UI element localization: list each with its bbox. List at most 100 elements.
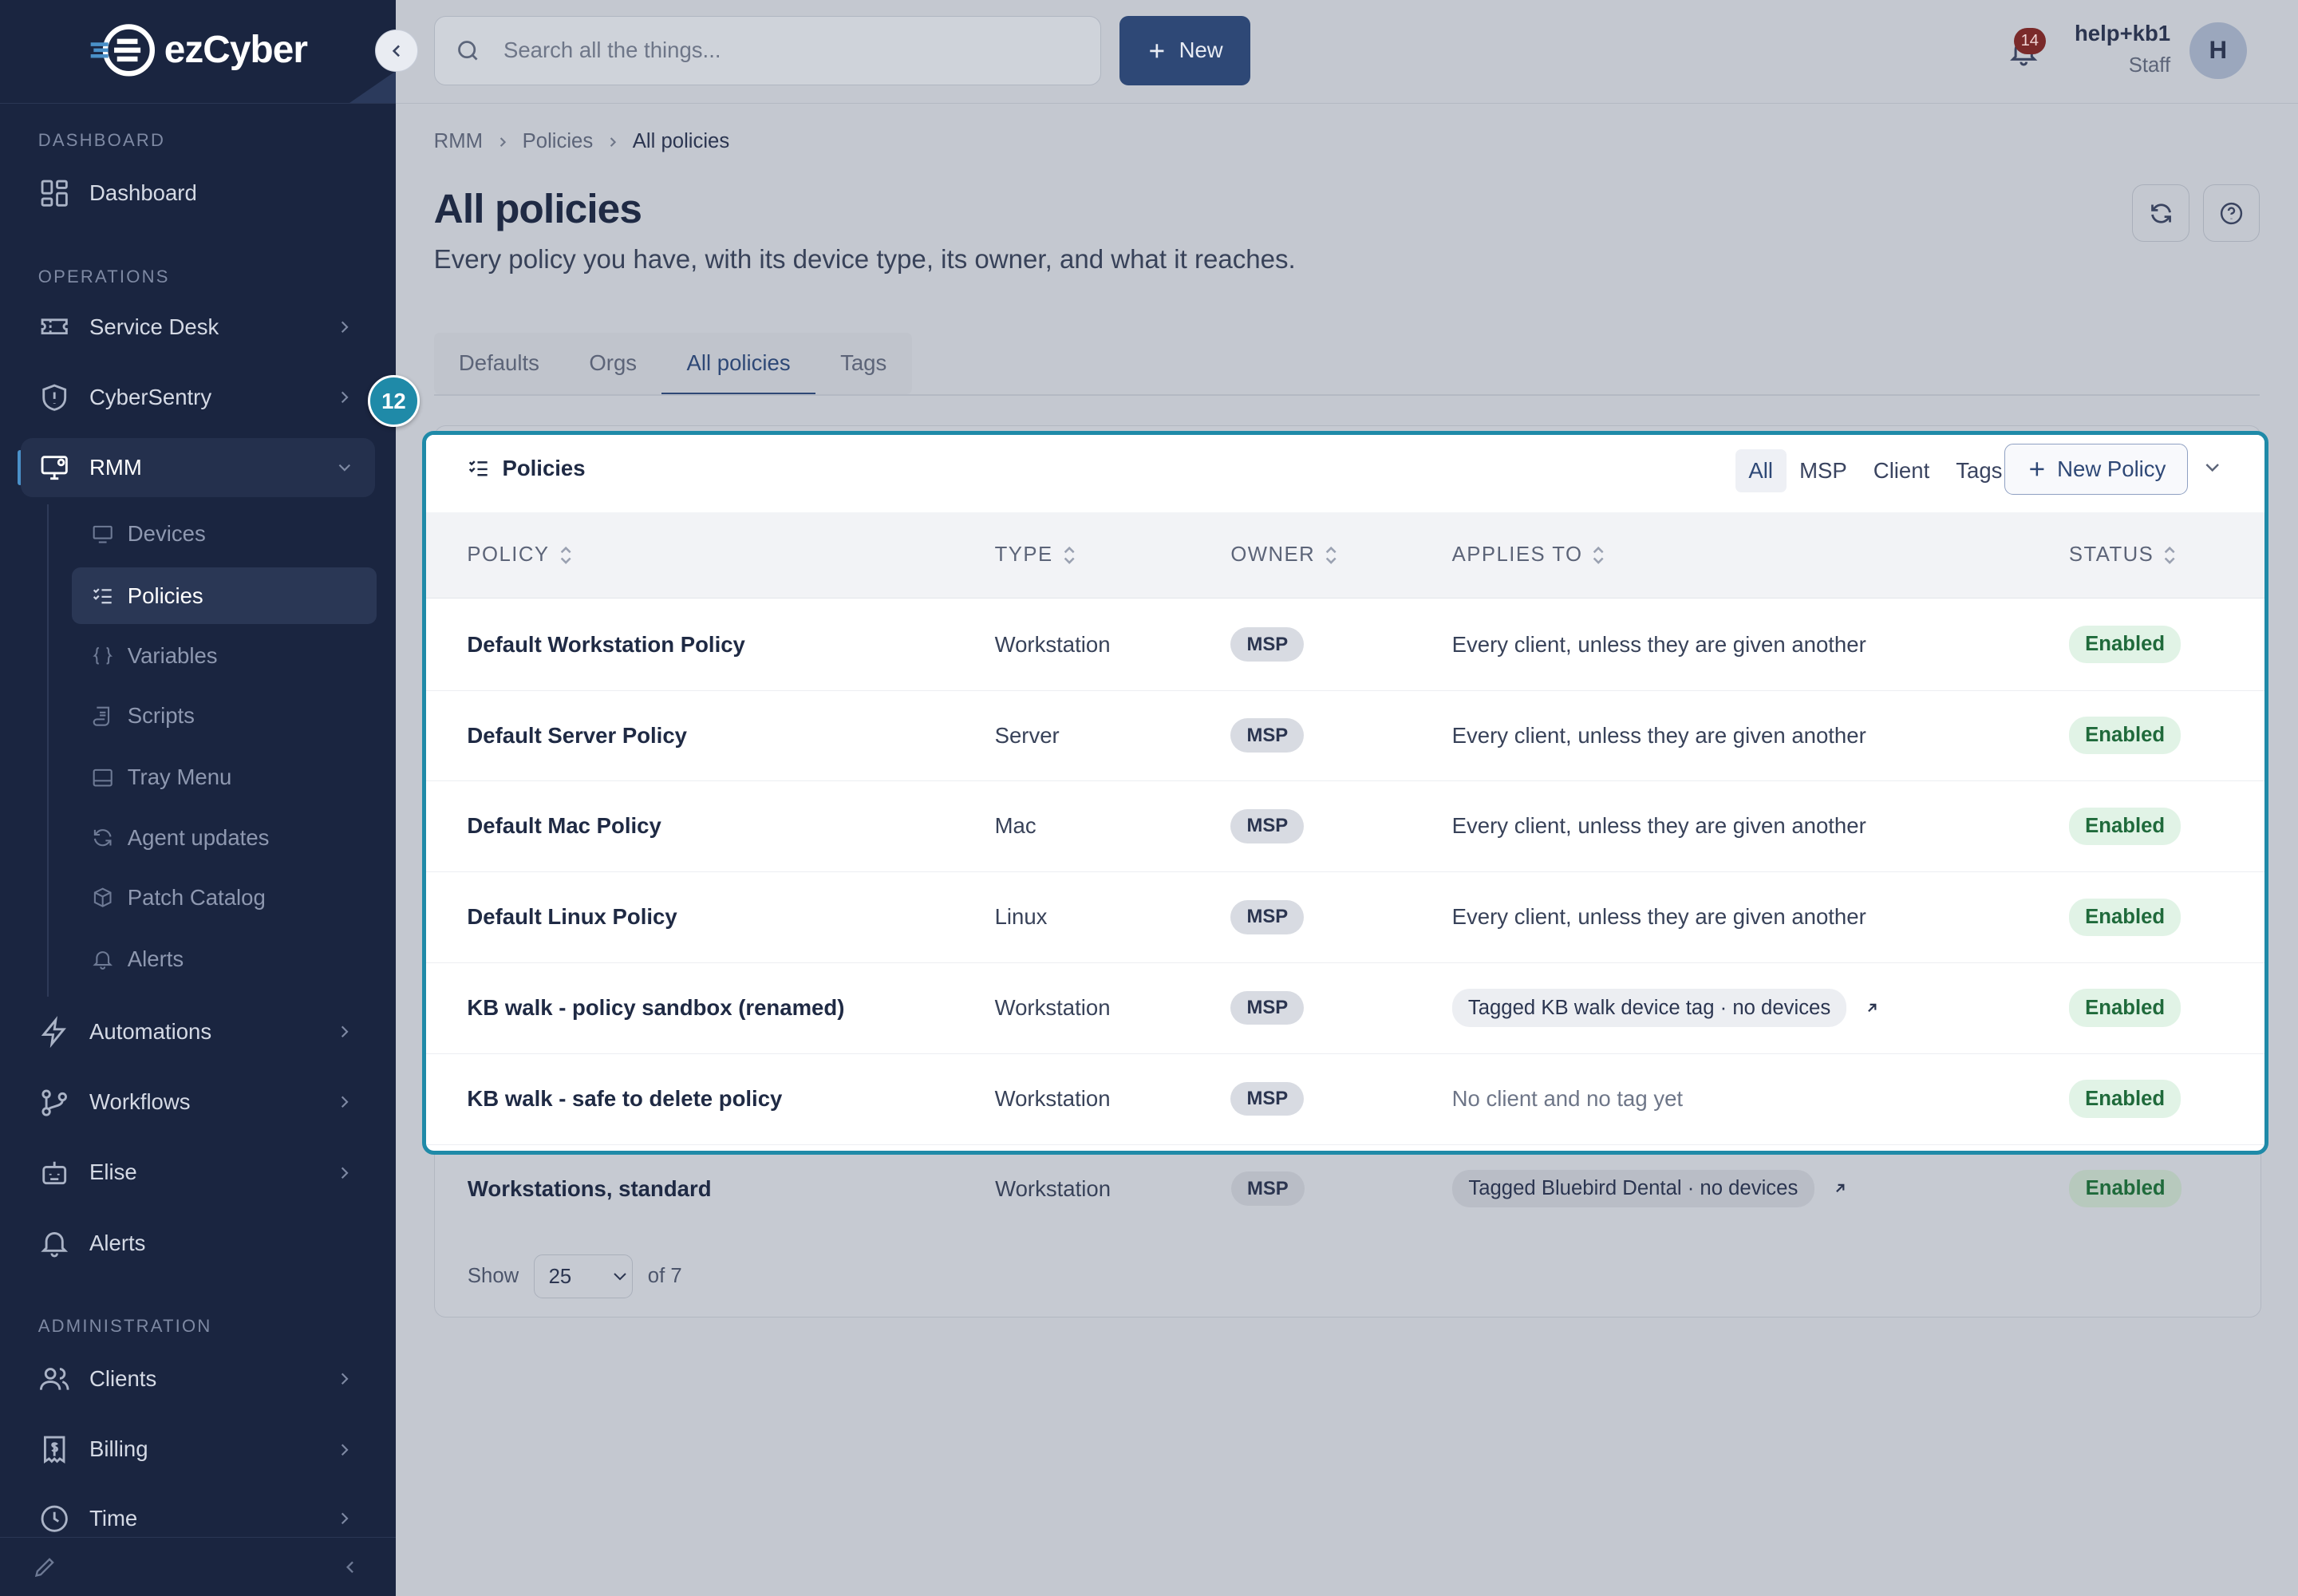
breadcrumb: RMM Policies All policies <box>434 130 730 153</box>
policy-name[interactable]: Default Mac Policy <box>467 780 661 871</box>
policy-name[interactable]: Default Linux Policy <box>467 871 677 962</box>
sidebar-item-label: Service Desk <box>89 314 219 339</box>
new-policy-button[interactable]: New Policy <box>2004 444 2188 496</box>
sidebar-item-dashboard[interactable]: Dashboard <box>21 164 375 223</box>
sidebar-item-alerts[interactable]: Alerts <box>21 1214 375 1272</box>
logo-area: ezCyber <box>0 0 396 104</box>
external-link-icon[interactable] <box>1864 1000 1880 1016</box>
search-icon <box>458 41 478 61</box>
policy-name[interactable]: KB walk - policy sandbox (renamed) <box>467 962 844 1053</box>
search-input[interactable] <box>500 36 1064 65</box>
help-button[interactable] <box>2202 184 2260 243</box>
page-size-select[interactable]: 25 <box>533 1254 634 1299</box>
sidebar-subitem-patch-catalog[interactable]: Patch Catalog <box>72 869 377 926</box>
policy-type: Workstation <box>995 1175 1111 1201</box>
status-badge: Enabled <box>2069 1169 2182 1208</box>
applies-to: Every client, unless they are given anot… <box>1451 631 1866 657</box>
filter-client[interactable]: Client <box>1860 449 1942 492</box>
tab-orgs[interactable]: Orgs <box>564 333 661 394</box>
table-row[interactable]: KB walk - policy sandbox (renamed) Works… <box>425 962 2265 1055</box>
tab-tags[interactable]: Tags <box>815 333 912 394</box>
sidebar-item-service-desk[interactable]: Service Desk <box>21 298 375 356</box>
column-header-type[interactable]: TYPE <box>995 512 1076 598</box>
external-link-icon[interactable] <box>1832 1180 1848 1196</box>
chevron-right-icon <box>341 321 349 333</box>
column-header-owner[interactable]: OWNER <box>1230 512 1338 598</box>
chevron-right-icon <box>341 1167 349 1179</box>
robot-icon <box>42 1161 66 1185</box>
sidebar-item-clients[interactable]: Clients <box>21 1350 375 1408</box>
owner-cell: MSP <box>1230 780 1305 871</box>
logo-corner <box>349 70 396 103</box>
table-row[interactable]: Default Server Policy Server MSP Every c… <box>425 690 2265 782</box>
tab-all-policies[interactable]: All policies <box>661 333 815 396</box>
sidebar-subitem-agent-updates[interactable]: Agent updates <box>72 809 377 867</box>
policy-name[interactable]: KB walk - safe to delete policy <box>467 1053 782 1144</box>
table-row[interactable]: Default Workstation Policy Workstation M… <box>425 599 2265 691</box>
column-header-status[interactable]: STATUS <box>2069 512 2178 598</box>
script-icon <box>93 706 109 726</box>
status-badge: Enabled <box>2068 625 2182 664</box>
sidebar-item-billing[interactable]: Billing <box>21 1420 375 1479</box>
search-box[interactable] <box>433 16 1101 85</box>
tag-pill[interactable]: Tagged KB walk device tag · no devices <box>1451 989 1847 1027</box>
owner-cell: MSP <box>1230 1053 1305 1144</box>
status-cell: Enabled <box>2068 962 2182 1053</box>
new-button[interactable]: New <box>1119 16 1250 85</box>
filter-msp[interactable]: MSP <box>1787 449 1861 492</box>
sidebar-subitem-variables[interactable]: Variables <box>72 627 377 685</box>
pagination: Show 25 of 7 <box>468 1254 682 1299</box>
sidebar-subitem-devices[interactable]: Devices <box>72 506 377 563</box>
sidebar-item-cybersentry[interactable]: CyberSentry <box>21 368 375 426</box>
column-label: OWNER <box>1230 543 1316 567</box>
sidebar-subitem-tray-menu[interactable]: Tray Menu <box>72 749 377 807</box>
sidebar-subitem-label: Devices <box>127 521 206 547</box>
sidebar: ezCyber DASHBOARD Dashboard OPERATIONS S… <box>0 0 396 1596</box>
chevron-left-icon[interactable] <box>340 1557 361 1578</box>
owner-cell: MSP <box>1230 962 1305 1053</box>
new-button-label: New <box>1179 38 1223 63</box>
pencil-icon[interactable] <box>32 1554 58 1580</box>
breadcrumb-rmm[interactable]: RMM <box>434 130 483 153</box>
sidebar-item-label: Elise <box>89 1159 137 1185</box>
policy-name[interactable]: Workstations, standard <box>468 1144 712 1235</box>
checklist-icon <box>469 460 488 476</box>
chevron-down-icon[interactable] <box>2201 456 2224 479</box>
table-row[interactable]: KB walk - safe to delete policy Workstat… <box>425 1053 2265 1145</box>
policy-name[interactable]: Default Server Policy <box>467 690 687 781</box>
sidebar-item-automations[interactable]: Automations <box>21 1002 375 1061</box>
avatar[interactable]: H <box>2189 22 2247 80</box>
status-cell: Enabled <box>2068 780 2182 871</box>
logo[interactable]: ezCyber <box>88 22 308 78</box>
sidebar-subitem-policies[interactable]: Policies <box>71 567 377 625</box>
sidebar-item-elise[interactable]: Elise <box>21 1144 375 1202</box>
sort-icon <box>2165 546 2175 564</box>
page-title: All policies <box>433 185 642 232</box>
sidebar-item-label: Clients <box>89 1366 157 1392</box>
submenu-rail <box>46 504 49 997</box>
sidebar-subitem-alerts[interactable]: Alerts <box>72 930 377 988</box>
sidebar-item-label: Workflows <box>89 1089 191 1115</box>
table-row[interactable]: Default Mac Policy Mac MSP Every client,… <box>425 780 2265 873</box>
refresh-button[interactable] <box>2132 184 2190 243</box>
table-row[interactable]: Workstations, standard Workstation MSP T… <box>434 1144 2260 1235</box>
sidebar-item-workflows[interactable]: Workflows <box>21 1073 375 1131</box>
sidebar-subitem-scripts[interactable]: Scripts <box>72 687 377 745</box>
tray-icon <box>93 768 113 787</box>
column-header-applies-to[interactable]: APPLIES TO <box>1452 512 1606 598</box>
filter-all[interactable]: All <box>1735 449 1787 493</box>
column-label: POLICY <box>467 543 550 567</box>
tag-pill[interactable]: Tagged Bluebird Dental · no devices <box>1452 1169 1814 1208</box>
monitor-icon <box>41 455 68 480</box>
sidebar-collapse-button[interactable] <box>375 29 418 73</box>
breadcrumb-policies[interactable]: Policies <box>523 130 594 153</box>
owner-badge: MSP <box>1230 1171 1305 1206</box>
tab-defaults[interactable]: Defaults <box>434 333 565 394</box>
breadcrumb-current: All policies <box>632 130 730 153</box>
table-row[interactable]: Default Linux Policy Linux MSP Every cli… <box>425 871 2265 964</box>
logo-mark-icon <box>90 23 156 77</box>
sidebar-item-rmm[interactable]: RMM <box>20 438 376 497</box>
column-header-policy[interactable]: POLICY <box>467 512 572 598</box>
tabs-divider <box>433 394 2260 396</box>
policy-name[interactable]: Default Workstation Policy <box>467 599 744 690</box>
